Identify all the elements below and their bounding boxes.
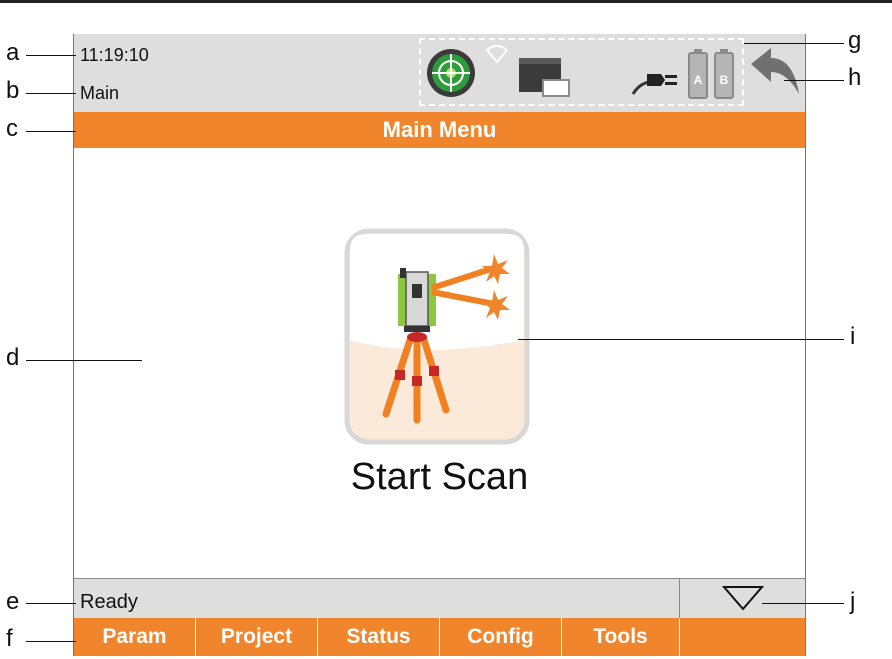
top-border-line <box>0 0 892 3</box>
fn-key-empty[interactable] <box>680 618 807 656</box>
callout-c: c <box>6 115 18 142</box>
fn-key-config[interactable]: Config <box>440 618 562 656</box>
callout-line-h <box>784 80 844 81</box>
current-context: Main <box>80 83 120 103</box>
start-scan-tile[interactable] <box>344 228 530 445</box>
fn-key-tools[interactable]: Tools <box>562 618 680 656</box>
callout-line-d <box>26 360 142 361</box>
status-icons-group: A B <box>419 38 744 106</box>
scanner-icon <box>398 268 436 332</box>
memory-card-icon[interactable] <box>517 56 571 98</box>
svg-text:B: B <box>720 73 729 87</box>
callout-line-j <box>762 603 844 604</box>
callout-i: i <box>850 323 856 350</box>
back-arrow-icon[interactable] <box>747 42 803 100</box>
start-scan-label[interactable]: Start Scan <box>74 456 805 499</box>
callout-j: j <box>850 588 856 615</box>
callout-line-b <box>26 93 76 94</box>
svg-text:A: A <box>694 73 703 87</box>
header-bar: 11:19:10 Main A B <box>74 34 805 112</box>
callout-f: f <box>6 625 13 652</box>
callout-a: a <box>6 39 20 66</box>
callout-line-f <box>26 641 76 642</box>
callout-b: b <box>6 77 20 104</box>
callout-h: h <box>848 64 862 91</box>
function-key-bar: Param Project Status Config Tools <box>74 618 805 656</box>
dropdown-triangle-icon[interactable] <box>680 579 807 618</box>
power-plug-icon[interactable] <box>631 66 679 96</box>
main-area: Start Scan <box>74 148 805 578</box>
callout-line-e <box>26 603 76 604</box>
device-screen: 11:19:10 Main A B Main Menu Start Scan R… <box>73 34 806 656</box>
callout-line-g <box>744 43 844 44</box>
status-message: Ready <box>80 591 138 613</box>
callout-line-a <box>26 55 76 56</box>
fn-key-status[interactable]: Status <box>318 618 440 656</box>
status-bar: Ready <box>74 578 807 619</box>
callout-e: e <box>6 588 20 615</box>
clock-time: 11:19:10 <box>80 45 149 65</box>
fn-key-project[interactable]: Project <box>196 618 318 656</box>
callout-line-i <box>518 339 844 340</box>
battery-a-icon[interactable]: A <box>687 48 709 100</box>
battery-b-icon[interactable]: B <box>713 48 735 100</box>
wlan-icon[interactable] <box>485 44 509 64</box>
title-bar: Main Menu <box>74 112 805 148</box>
callout-d: d <box>6 344 20 371</box>
callout-g: g <box>848 27 862 54</box>
fn-key-param[interactable]: Param <box>74 618 196 656</box>
callout-line-c <box>26 131 76 132</box>
menu-title: Main Menu <box>382 117 497 142</box>
level-bubble-icon[interactable] <box>425 46 477 100</box>
